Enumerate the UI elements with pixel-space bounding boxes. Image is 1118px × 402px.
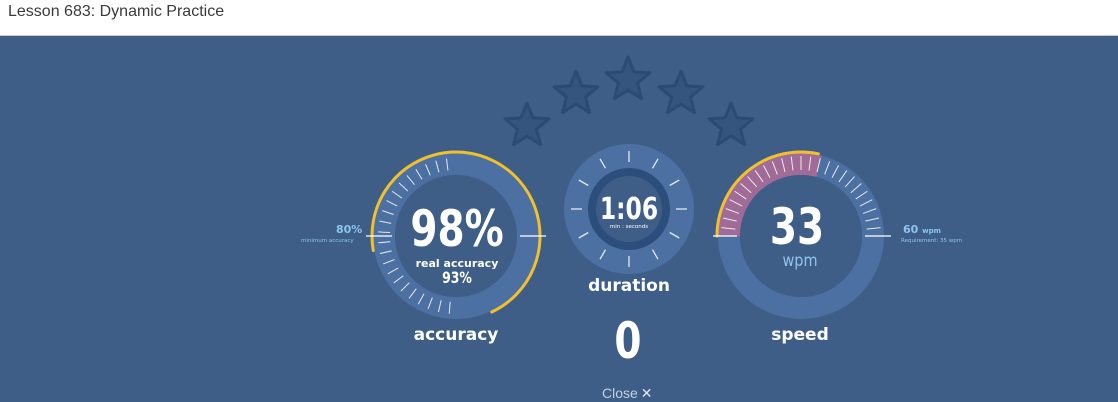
close-button[interactable]: Close ✕ (602, 385, 653, 402)
duration-value: 1:06 (599, 192, 659, 227)
minimum-accuracy-value: 80% (336, 223, 363, 236)
accuracy-tick (378, 231, 391, 234)
speed-value: 33 (769, 198, 825, 256)
real-accuracy-value: 93% (442, 268, 472, 287)
results-panel: 98% real accuracy 93% 80% minimum accura… (0, 36, 1118, 402)
speed-target-value: 60 wpm (903, 223, 941, 236)
speed-label: speed (771, 325, 829, 345)
star-icon (604, 55, 652, 101)
duration-label: duration (588, 276, 670, 296)
accuracy-label: accuracy (413, 325, 499, 345)
speed-target-unit: wpm (922, 227, 941, 235)
speed-target-number: 60 (903, 223, 919, 236)
close-label: Close (602, 385, 638, 401)
star-rating (503, 55, 755, 147)
star-icon (657, 69, 705, 115)
window-title: Lesson 683: Dynamic Practice (8, 3, 225, 20)
accuracy-value: 98% (410, 200, 504, 258)
window-titlebar: Lesson 683: Dynamic Practice (0, 0, 1118, 36)
speed-unit: wpm (782, 251, 818, 271)
minimum-accuracy-label: minimum accuracy (301, 238, 354, 244)
error-count: 0 (614, 312, 642, 370)
close-icon: ✕ (640, 385, 653, 401)
duration-unit-label: min : seconds (609, 224, 649, 230)
speed-requirement-label: Requirement: 35 wpm (901, 238, 963, 244)
star-icon (552, 69, 600, 115)
